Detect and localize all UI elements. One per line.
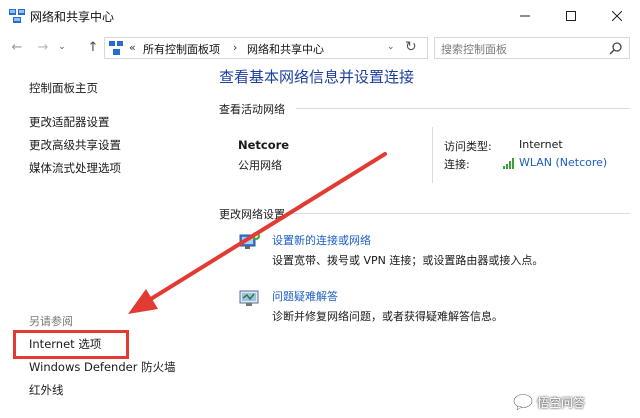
arrow-right-icon: → bbox=[38, 40, 49, 55]
setup-new-connection-description: 设置宽带、拨号或 VPN 连接；或设置路由器或接入点。 bbox=[272, 252, 543, 268]
breadcrumb-separator[interactable]: › bbox=[233, 41, 237, 54]
arrow-left-icon: ← bbox=[12, 40, 23, 55]
search-icon[interactable] bbox=[609, 41, 623, 55]
network-center-icon bbox=[9, 9, 25, 23]
minimize-button[interactable] bbox=[502, 0, 548, 32]
title-bar: 网络和共享中心 bbox=[0, 0, 640, 32]
section-divider bbox=[292, 213, 630, 214]
sidebar-item-change-adapter-settings[interactable]: 更改适配器设置 bbox=[29, 114, 110, 130]
address-bar[interactable]: « 所有控制面板项 › 网络和共享中心 ⌄ ↻ bbox=[104, 37, 428, 59]
window-title: 网络和共享中心 bbox=[30, 8, 114, 25]
minimize-icon bbox=[520, 11, 530, 21]
maximize-button[interactable] bbox=[548, 0, 594, 32]
wifi-signal-icon bbox=[503, 157, 516, 169]
forward-button[interactable]: → bbox=[34, 37, 52, 57]
breadcrumb-network-sharing-center[interactable]: 网络和共享中心 bbox=[247, 41, 324, 57]
troubleshoot-problems-link[interactable]: 问题疑难解答 bbox=[272, 288, 338, 304]
network-name: Netcore bbox=[238, 138, 289, 152]
control-panel-icon bbox=[109, 41, 124, 55]
breadcrumb-all-control-panel-items[interactable]: 所有控制面板项 bbox=[143, 41, 220, 57]
sidebar-item-change-advanced-sharing[interactable]: 更改高级共享设置 bbox=[29, 137, 121, 153]
speech-bubble-logo-icon bbox=[512, 393, 534, 411]
search-box[interactable]: 搜索控制面板 bbox=[434, 37, 630, 59]
address-dropdown-icon[interactable]: ⌄ bbox=[387, 42, 395, 52]
sidebar-item-media-streaming[interactable]: 媒体流式处理选项 bbox=[29, 160, 121, 176]
setup-new-connection-link[interactable]: 设置新的连接或网络 bbox=[272, 232, 371, 248]
watermark-text: 悟空问答 bbox=[537, 394, 585, 411]
wlan-connection-link[interactable]: WLAN (Netcore) bbox=[519, 156, 607, 169]
refresh-icon[interactable]: ↻ bbox=[405, 39, 417, 55]
see-also-windows-defender-firewall[interactable]: Windows Defender 防火墙 bbox=[29, 359, 176, 375]
see-also-heading: 另请参阅 bbox=[29, 313, 73, 329]
active-networks-heading: 查看活动网络 bbox=[219, 101, 285, 117]
recent-locations-button[interactable]: ⌄ bbox=[56, 37, 68, 57]
sidebar: 控制面板主页 更改适配器设置 更改高级共享设置 媒体流式处理选项 另请参阅 In… bbox=[0, 62, 205, 418]
arrow-up-icon: ↑ bbox=[88, 40, 99, 55]
maximize-icon bbox=[566, 11, 576, 21]
sidebar-item-control-panel-home[interactable]: 控制面板主页 bbox=[29, 80, 98, 96]
network-profile-type: 公用网络 bbox=[238, 157, 282, 173]
troubleshoot-icon bbox=[238, 287, 262, 309]
close-icon bbox=[612, 11, 622, 21]
back-button[interactable]: ← bbox=[8, 37, 26, 57]
network-setup-icon bbox=[238, 230, 262, 252]
network-info-divider bbox=[432, 127, 433, 183]
up-button[interactable]: ↑ bbox=[84, 37, 102, 57]
watermark: 悟空问答 bbox=[512, 393, 585, 411]
access-type-value: Internet bbox=[519, 138, 563, 151]
chevron-down-icon: ⌄ bbox=[58, 42, 66, 52]
close-button[interactable] bbox=[594, 0, 640, 32]
see-also-infrared[interactable]: 红外线 bbox=[29, 382, 64, 398]
annotation-highlight-box bbox=[13, 330, 129, 359]
breadcrumb-overflow[interactable]: « bbox=[129, 41, 136, 54]
troubleshoot-problems-description: 诊断并修复网络问题，或者获得疑难解答信息。 bbox=[272, 308, 503, 324]
navigation-bar: ← → ⌄ ↑ « 所有控制面板项 › 网络和共享中心 ⌄ ↻ 搜索控制面板 bbox=[0, 32, 640, 62]
change-network-settings-heading: 更改网络设置 bbox=[219, 206, 285, 222]
search-input[interactable]: 搜索控制面板 bbox=[441, 41, 507, 57]
page-title: 查看基本网络信息并设置连接 bbox=[219, 66, 414, 87]
access-type-label: 访问类型: bbox=[444, 138, 492, 154]
section-divider bbox=[296, 108, 630, 109]
connections-label: 连接: bbox=[444, 156, 470, 172]
